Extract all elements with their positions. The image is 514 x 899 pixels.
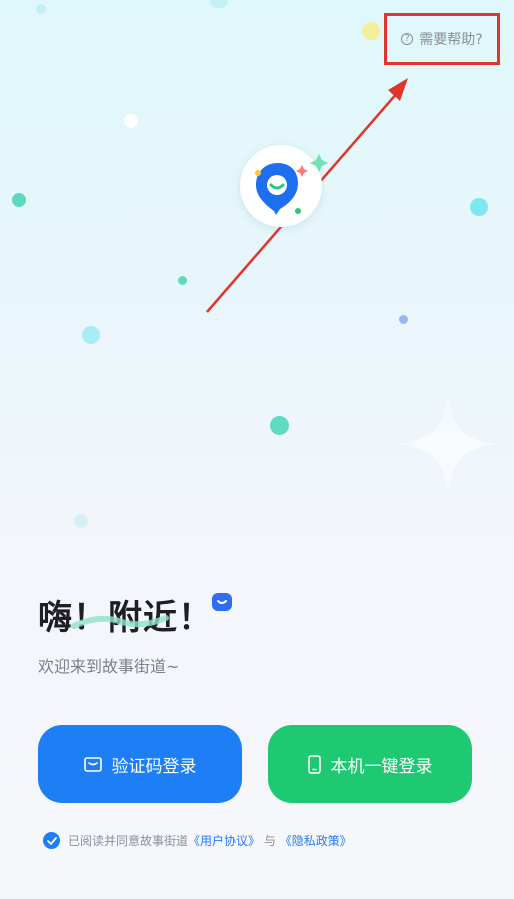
decor-dot	[12, 193, 26, 207]
chat-badge-icon	[212, 593, 232, 611]
decor-dot	[124, 114, 138, 128]
message-icon	[83, 756, 102, 772]
user-agreement-link[interactable]: 《用户协议》	[188, 834, 260, 848]
code-login-button[interactable]: 验证码登录	[38, 725, 242, 803]
headline-swoosh	[71, 615, 169, 629]
agreement-and: 与	[263, 834, 276, 848]
checkmark-icon	[46, 836, 57, 845]
question-circle-icon: ?	[401, 33, 414, 45]
help-label: 需要帮助?	[419, 32, 483, 48]
help-link[interactable]: ? 需要帮助?	[384, 13, 500, 65]
decor-dot	[270, 416, 289, 435]
sparkle-star	[398, 394, 498, 494]
code-login-label: 验证码登录	[111, 756, 197, 777]
decor-dot	[82, 326, 100, 344]
agree-checkbox[interactable]	[43, 832, 60, 849]
decor-dot	[74, 514, 88, 528]
decor-dot	[399, 315, 408, 324]
welcome-subtitle: 欢迎来到故事街道~	[38, 657, 180, 676]
agreement-row: 已阅读并同意故事街道《用户协议》 与 《隐私政策》	[43, 832, 352, 849]
logo-sparkle	[310, 154, 328, 172]
decor-dot	[362, 22, 380, 40]
one-click-login-label: 本机一键登录	[330, 756, 433, 777]
one-click-login-button[interactable]: 本机一键登录	[268, 725, 472, 803]
phone-icon	[307, 754, 321, 774]
agreement-prefix: 已阅读并同意故事街道	[68, 834, 189, 848]
decor-dot	[210, 0, 228, 8]
decor-dot	[470, 198, 488, 216]
privacy-policy-link[interactable]: 《隐私政策》	[280, 834, 352, 848]
decor-dot	[178, 276, 187, 285]
decor-dot	[36, 4, 46, 14]
